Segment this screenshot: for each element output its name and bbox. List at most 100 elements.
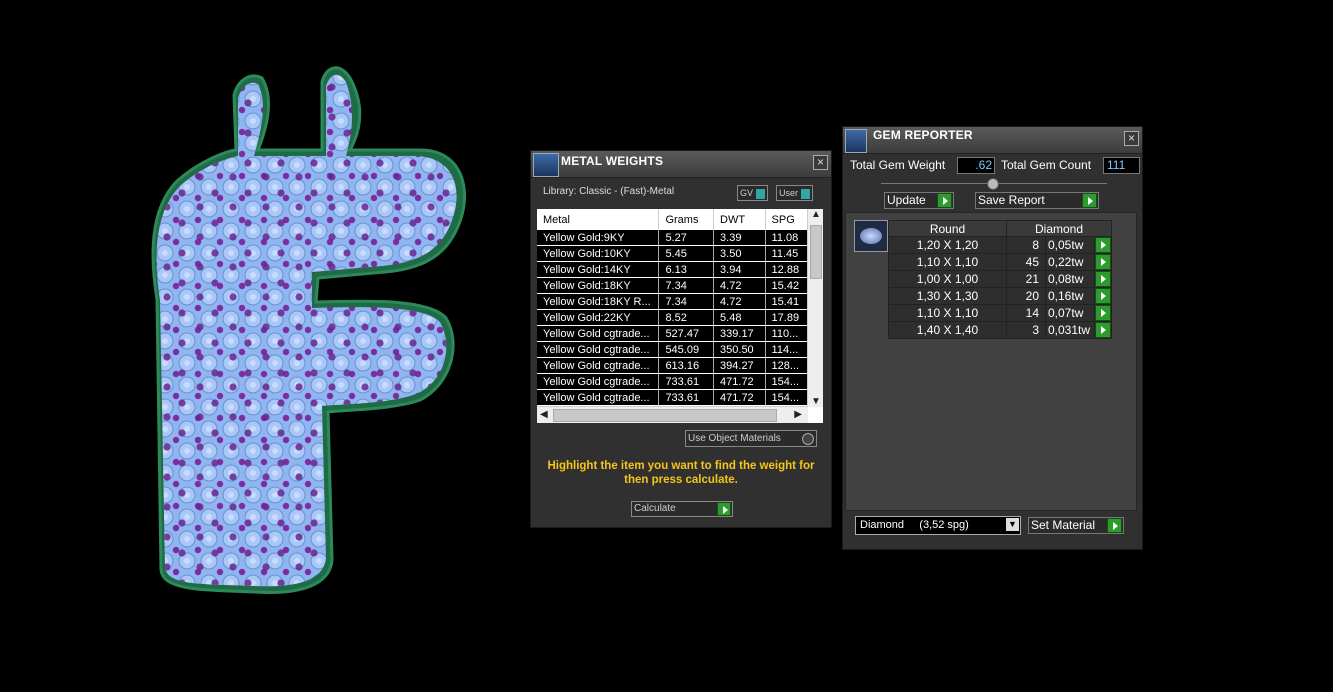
metal-row[interactable]: Yellow Gold cgtrade... 527.47 339.17 110...: [537, 325, 809, 342]
play-arrow-icon: [1095, 237, 1111, 253]
total-gem-count-label: Total Gem Count: [1001, 158, 1092, 172]
column-header-grams[interactable]: Grams: [658, 209, 715, 230]
gem-row[interactable]: 1,10 X 1,10 14 0,07tw: [888, 304, 1112, 322]
library-label: Library: Classic - (Fast)-Metal: [543, 186, 675, 197]
gem-weight: 0,031tw: [1045, 321, 1095, 339]
gem-row[interactable]: 1,30 X 1,30 20 0,16tw: [888, 287, 1112, 305]
material-select[interactable]: Diamond (3,52 spg) ▼: [855, 516, 1021, 535]
column-header-metal[interactable]: Metal: [537, 209, 660, 230]
metal-dwt: 5.48: [713, 309, 766, 326]
metal-spg: 11.45: [765, 245, 809, 262]
metal-spg: 12.88: [765, 261, 809, 278]
gv-toggle[interactable]: GV: [737, 185, 769, 201]
gem-size: 1,10 X 1,10: [888, 253, 1007, 271]
gem-row-select-button[interactable]: [1094, 270, 1112, 288]
metal-row[interactable]: Yellow Gold cgtrade... 733.61 471.72 154...: [537, 389, 809, 406]
metal-weights-titlebar[interactable]: METAL WEIGHTS ×: [531, 151, 831, 178]
gem-table-header: Round Diamond: [888, 220, 1112, 237]
scroll-right-icon[interactable]: ▶: [794, 409, 802, 420]
metal-row[interactable]: Yellow Gold:14KY 6.13 3.94 12.88: [537, 261, 809, 278]
vscroll-thumb[interactable]: [810, 225, 822, 279]
metal-grams: 5.45: [658, 245, 715, 262]
close-icon[interactable]: ×: [813, 155, 828, 170]
gem-row[interactable]: 1,10 X 1,10 45 0,22tw: [888, 253, 1112, 271]
metal-name: Yellow Gold cgtrade...: [537, 389, 660, 406]
play-arrow-icon: [1095, 322, 1111, 338]
column-header-dwt[interactable]: DWT: [713, 209, 766, 230]
gem-weight: 0,07tw: [1045, 304, 1095, 322]
metal-grams: 733.61: [658, 389, 715, 406]
metal-spg: 154...: [765, 373, 809, 390]
divider-handle[interactable]: [987, 178, 999, 190]
metal-row[interactable]: Yellow Gold cgtrade... 733.61 471.72 154...: [537, 373, 809, 390]
total-gem-weight-value: .62: [957, 157, 995, 174]
set-material-button[interactable]: Set Material: [1028, 517, 1124, 534]
scroll-left-icon[interactable]: ◀: [540, 409, 548, 420]
gv-toggle-label: GV: [740, 188, 754, 198]
metal-row[interactable]: Yellow Gold cgtrade... 545.09 350.50 114...: [537, 341, 809, 358]
metal-row[interactable]: Yellow Gold:9KY 5.27 3.39 11.08: [537, 230, 809, 246]
gem-size: 1,20 X 1,20: [888, 236, 1007, 254]
metal-table[interactable]: Metal Grams DWT SPG Yellow Gold:9KY 5.27 3…: [537, 209, 823, 423]
save-report-label: Save Report: [978, 193, 1045, 207]
play-arrow-icon: [1095, 305, 1111, 321]
metal-dwt: 4.72: [713, 293, 766, 310]
gem-row[interactable]: 1,20 X 1,20 8 0,05tw: [888, 236, 1112, 254]
metal-table-vscroll[interactable]: ▲ ▼: [807, 209, 823, 407]
3d-viewport[interactable]: [0, 0, 520, 687]
gem-row-select-button[interactable]: [1094, 304, 1112, 322]
metal-name: Yellow Gold:10KY: [537, 245, 660, 262]
metal-spg: 154...: [765, 389, 809, 406]
gem-row[interactable]: 1,40 X 1,40 3 0,031tw: [888, 321, 1112, 339]
play-arrow-icon: [1095, 288, 1111, 304]
total-gem-count-value: 111: [1103, 157, 1140, 174]
metal-table-hscroll[interactable]: ◀ ▶: [537, 406, 808, 423]
gem-row-select-button[interactable]: [1094, 321, 1112, 339]
letter-f-model[interactable]: [0, 0, 520, 687]
metal-spg: 15.41: [765, 293, 809, 310]
radio-icon: [802, 433, 814, 445]
gem-size: 1,10 X 1,10: [888, 304, 1007, 322]
column-header-spg[interactable]: SPG: [765, 209, 809, 230]
user-toggle[interactable]: User: [776, 185, 814, 201]
metal-spg: 128...: [765, 357, 809, 374]
gem-list-area: Round Diamond 1,20 X 1,20 8 0,05tw 1,10 X 1…: [845, 212, 1137, 511]
metal-row[interactable]: Yellow Gold:18KY R... 7.34 4.72 15.41: [537, 293, 809, 310]
save-report-button[interactable]: Save Report: [975, 192, 1099, 209]
gem-reporter-titlebar[interactable]: GEM REPORTER ×: [843, 127, 1142, 154]
close-icon[interactable]: ×: [1124, 131, 1139, 146]
metal-table-grid: Metal Grams DWT SPG Yellow Gold:9KY 5.27 3…: [537, 209, 809, 406]
hscroll-thumb[interactable]: [553, 409, 777, 422]
calculate-button[interactable]: Calculate: [631, 501, 733, 517]
chevron-down-icon[interactable]: ▼: [1006, 518, 1019, 531]
metal-grams: 7.34: [658, 277, 715, 294]
metal-grams: 545.09: [658, 341, 715, 358]
round-diamond-icon[interactable]: [854, 220, 888, 252]
play-arrow-icon: [717, 502, 731, 516]
scroll-down-icon[interactable]: ▼: [811, 396, 821, 407]
gem-row-select-button[interactable]: [1094, 236, 1112, 254]
gem-count: 21: [1006, 270, 1046, 288]
metal-row[interactable]: Yellow Gold cgtrade... 613.16 394.27 128...: [537, 357, 809, 374]
play-arrow-icon: [937, 193, 952, 208]
material-select-value: Diamond (3,52 spg): [860, 519, 969, 531]
metal-row[interactable]: Yellow Gold:18KY 7.34 4.72 15.42: [537, 277, 809, 294]
metal-name: Yellow Gold:18KY: [537, 277, 660, 294]
metal-dwt: 339.17: [713, 325, 766, 342]
user-toggle-label: User: [779, 188, 799, 198]
metal-grams: 527.47: [658, 325, 715, 342]
metal-row[interactable]: Yellow Gold:10KY 5.45 3.50 11.45: [537, 245, 809, 262]
metal-spg: 15.42: [765, 277, 809, 294]
metal-weights-panel: METAL WEIGHTS × Library: Classic - (Fast…: [530, 150, 832, 528]
metal-name: Yellow Gold cgtrade...: [537, 341, 660, 358]
scroll-up-icon[interactable]: ▲: [811, 209, 821, 220]
metal-row[interactable]: Yellow Gold:22KY 8.52 5.48 17.89: [537, 309, 809, 326]
gem-row-select-button[interactable]: [1094, 253, 1112, 271]
gem-reporter-title: GEM REPORTER: [873, 128, 973, 142]
update-button[interactable]: Update: [884, 192, 954, 209]
gem-row[interactable]: 1,00 X 1,00 21 0,08tw: [888, 270, 1112, 288]
gem-row-select-button[interactable]: [1094, 287, 1112, 305]
use-object-materials-toggle[interactable]: Use Object Materials: [685, 430, 817, 447]
metal-spg: 17.89: [765, 309, 809, 326]
metal-grams: 5.27: [658, 230, 715, 246]
